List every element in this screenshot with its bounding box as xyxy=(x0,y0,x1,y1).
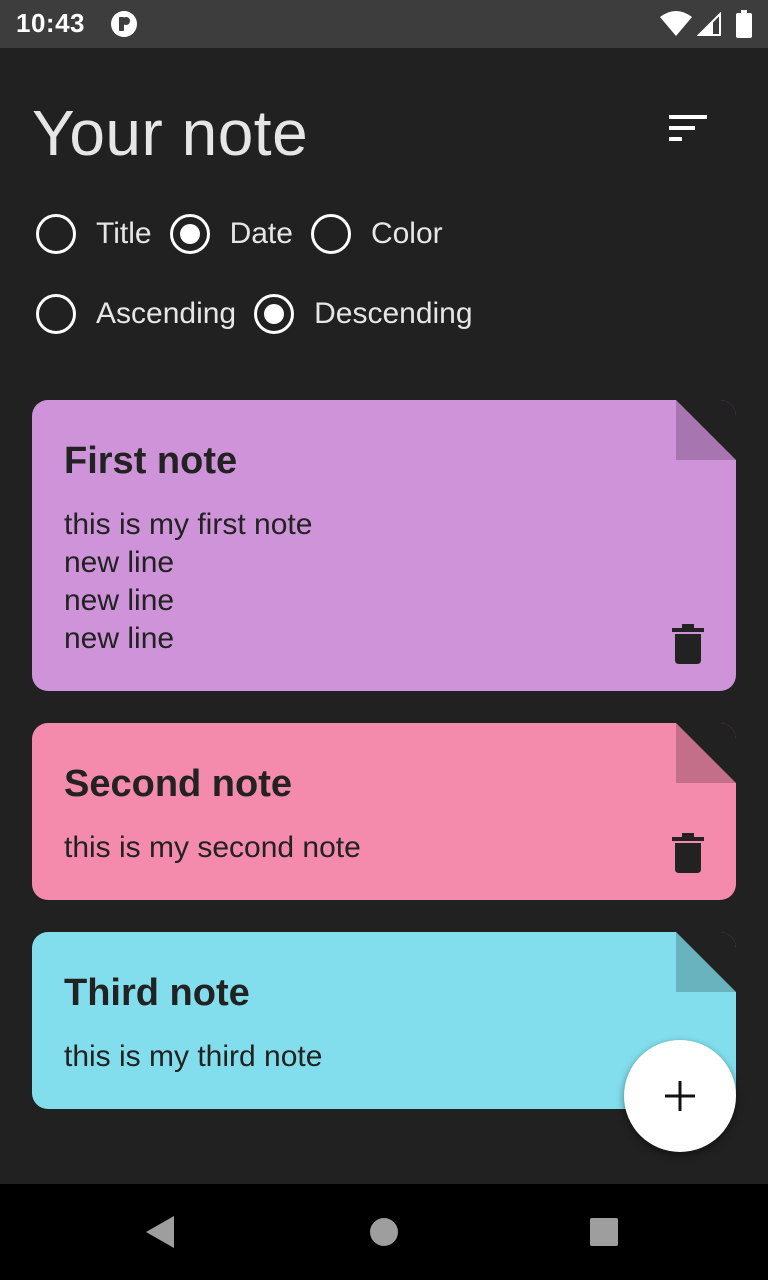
recents-button[interactable] xyxy=(584,1212,624,1252)
app-notification-icon xyxy=(111,11,137,37)
page-title: Your note xyxy=(32,97,309,169)
home-button[interactable] xyxy=(364,1212,404,1252)
note-title: First note xyxy=(64,440,238,482)
note-card[interactable]: Second note this is my second note xyxy=(32,723,736,900)
back-button[interactable] xyxy=(140,1212,180,1252)
radio-label: Ascending xyxy=(96,297,237,330)
sort-icon xyxy=(669,115,707,141)
radio-button-date[interactable] xyxy=(169,214,210,254)
radio-option-color[interactable]: Color xyxy=(310,214,443,254)
home-icon xyxy=(370,1218,398,1246)
radio-button-title[interactable] xyxy=(36,214,76,254)
note-card[interactable]: First note this is my first note new lin… xyxy=(32,400,736,691)
signal-icon xyxy=(697,12,721,36)
note-title: Third note xyxy=(64,972,250,1014)
order-by-group: Title Date Color xyxy=(36,212,461,256)
folded-corner xyxy=(676,723,736,783)
radio-label: Date xyxy=(229,217,293,250)
radio-label: Title xyxy=(96,217,152,250)
radio-option-ascending[interactable]: Ascending xyxy=(36,294,236,334)
radio-label: Descending xyxy=(314,297,473,330)
note-title: Second note xyxy=(64,763,293,805)
battery-icon xyxy=(736,10,752,38)
order-direction-group: Ascending Descending xyxy=(36,292,491,336)
status-time: 10:43 xyxy=(16,8,85,38)
folded-corner xyxy=(676,400,736,460)
folded-corner xyxy=(676,932,736,992)
radio-button-descending[interactable] xyxy=(254,294,295,334)
notes-screen: 10:43 Your note Title Date Color Ascendi… xyxy=(0,0,768,1280)
navigation-bar xyxy=(0,1184,768,1280)
radio-button-ascending[interactable] xyxy=(36,294,76,334)
radio-label: Color xyxy=(370,217,443,250)
sort-button[interactable] xyxy=(660,104,716,152)
status-bar: 10:43 xyxy=(0,0,768,48)
note-content: this is my first note new line new line … xyxy=(64,508,313,655)
delete-icon[interactable] xyxy=(672,833,704,873)
plus-icon xyxy=(665,1081,695,1111)
radio-option-title[interactable]: Title xyxy=(36,214,152,254)
back-icon xyxy=(146,1216,174,1248)
note-content: this is my third note xyxy=(64,1040,323,1073)
radio-option-date[interactable]: Date xyxy=(169,214,293,254)
recents-icon xyxy=(590,1218,618,1246)
add-note-button[interactable] xyxy=(624,1040,736,1152)
radio-option-descending[interactable]: Descending xyxy=(254,294,473,334)
radio-button-color[interactable] xyxy=(310,214,351,254)
wifi-icon xyxy=(660,11,692,36)
note-content: this is my second note xyxy=(64,831,361,864)
delete-icon[interactable] xyxy=(672,624,704,664)
